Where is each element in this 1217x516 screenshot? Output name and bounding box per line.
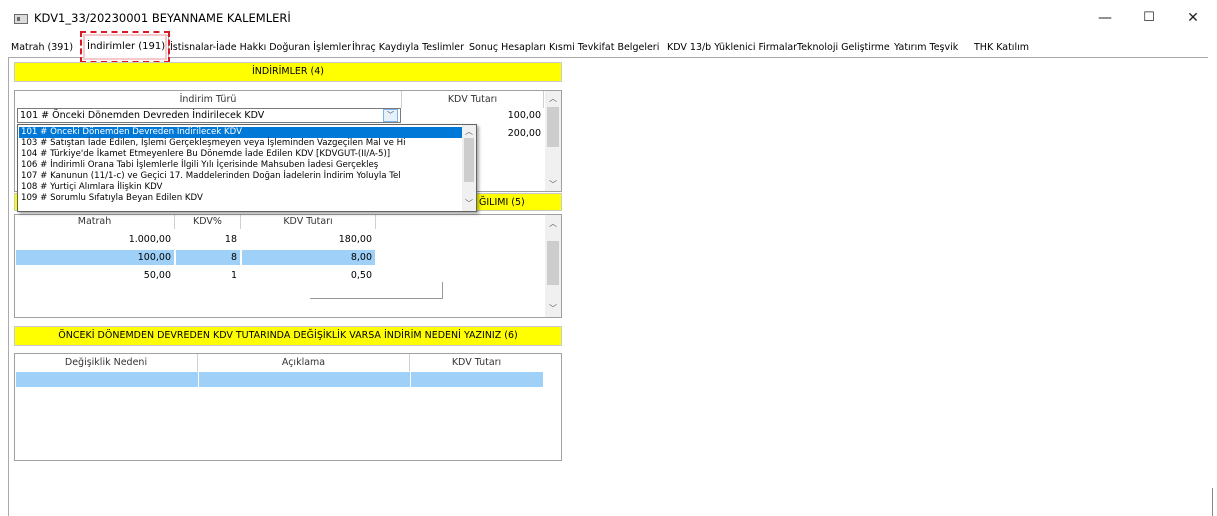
column-header-matrah[interactable]: Matrah	[15, 215, 175, 229]
tab-thk-katilim[interactable]: THK Katılım	[971, 39, 1032, 57]
column-header-aciklama[interactable]: Açıklama	[198, 354, 410, 371]
tab-highlight-marker	[80, 31, 170, 63]
kdv-amount-cell[interactable]: 180,00	[241, 233, 376, 247]
kdv-rate-cell[interactable]: 8	[175, 251, 241, 265]
tab-istisnalar[interactable]: İstisnalar-İade Hakkı Doğuran İşlemler	[167, 39, 354, 57]
dropdown-scrollbar[interactable]: ︿ ﹀	[462, 125, 476, 211]
scroll-down-arrow-icon[interactable]: ﹀	[546, 303, 560, 314]
combobox-dropdown-chevron-icon[interactable]: ﹀	[383, 109, 398, 122]
grid-edge-line	[310, 298, 442, 299]
matrah-cell[interactable]: 1.000,00	[15, 233, 175, 247]
grid-edge-line	[442, 282, 443, 299]
dropdown-option[interactable]: 107 # Kanunun (11/1-c) ve Geçici 17. Mad…	[21, 171, 401, 182]
matrah-cell[interactable]: 50,00	[15, 269, 175, 283]
scroll-up-arrow-icon[interactable]: ︿	[546, 218, 560, 229]
indirimler-scrollbar[interactable]: ︿ ﹀	[545, 91, 561, 191]
tab-page-left-border	[8, 58, 9, 516]
minimize-button[interactable]: —	[1085, 6, 1125, 30]
kdv-amount-cell[interactable]: 0,50	[241, 269, 376, 283]
tab-matrah[interactable]: Matrah (391)	[8, 39, 76, 57]
degisiklik-section-header: ÖNCEKİ DÖNEMDEN DEVREDEN KDV TUTARINDA D…	[14, 326, 562, 346]
column-header-kdv-orani[interactable]: KDV%	[175, 215, 241, 229]
matrah-cell[interactable]: 100,00	[15, 251, 175, 265]
dropdown-option[interactable]: 109 # Sorumlu Sıfatıyla Beyan Edilen KDV	[21, 193, 203, 204]
dropdown-option[interactable]: 108 # Yurtiçi Alımlara İlişkin KDV	[21, 182, 162, 193]
kdv-amount-cell[interactable]: 8,00	[241, 251, 376, 265]
kdv-dagilimi-grid: Matrah KDV% KDV Tutarı 1.000,00 18 180,0…	[14, 214, 562, 318]
column-header-kdv-tutari[interactable]: KDV Tutarı	[410, 354, 543, 371]
kdv-rate-cell[interactable]: 18	[175, 233, 241, 247]
scroll-down-arrow-icon[interactable]: ﹀	[462, 198, 476, 209]
dropdown-option[interactable]: 106 # İndirimli Orana Tabi İşlemlerle İl…	[21, 160, 378, 171]
close-button[interactable]: ✕	[1173, 6, 1213, 30]
dropdown-option[interactable]: 104 # Türkiye'de İkamet Etmeyenlere Bu D…	[21, 149, 390, 160]
scroll-up-arrow-icon[interactable]: ︿	[546, 93, 560, 104]
window-edge	[1212, 488, 1213, 516]
column-header-degisiklik-nedeni[interactable]: Değişiklik Nedeni	[15, 354, 198, 371]
indirimler-section-header: İNDİRİMLER (4)	[14, 62, 562, 82]
degisiklik-description-cell[interactable]	[199, 372, 410, 387]
kdv-rate-cell[interactable]: 1	[175, 269, 241, 283]
column-header-kdv-tutari[interactable]: KDV Tutarı	[402, 91, 544, 108]
tab-ihrac-kaydiyla[interactable]: İhraç Kaydıyla Teslimler	[349, 39, 467, 57]
indirim-amount-cell[interactable]: 100,00	[405, 109, 541, 123]
degisiklik-grid: Değişiklik Nedeni Açıklama KDV Tutarı	[14, 353, 562, 461]
degisiklik-amount-cell[interactable]	[411, 372, 543, 387]
tab-kismi-tevkifat[interactable]: Kısmi Tevkifat Belgeleri	[546, 39, 662, 57]
app-icon	[14, 14, 28, 24]
window-title: KDV1_33/20230001 BEYANNAME KALEMLERİ	[34, 11, 291, 25]
indirim-turu-dropdown-list[interactable]: 101 # Önceki Dönemden Devreden İndirilec…	[17, 124, 477, 212]
tab-kdv-13b[interactable]: KDV 13/b Yüklenici Firmalar	[664, 39, 800, 57]
scroll-thumb[interactable]	[547, 241, 559, 285]
scroll-thumb[interactable]	[547, 107, 559, 147]
tab-yatirim-tesvik[interactable]: Yatırım Teşvik	[891, 39, 961, 57]
column-header-indirim-turu[interactable]: İndirim Türü	[15, 91, 402, 108]
dropdown-option[interactable]: 103 # Satıştan İade Edilen, İşlemi Gerçe…	[21, 138, 406, 149]
combobox-selected-value: 101 # Önceki Dönemden Devreden İndirilec…	[20, 110, 265, 121]
scroll-up-arrow-icon[interactable]: ︿	[462, 126, 476, 137]
tab-teknoloji[interactable]: Teknoloji Geliştirme	[794, 39, 893, 57]
scroll-thumb[interactable]	[464, 138, 474, 182]
column-header-kdv-tutari[interactable]: KDV Tutarı	[241, 215, 376, 229]
maximize-button[interactable]: ☐	[1129, 6, 1169, 30]
tab-sonuc-hesaplari[interactable]: Sonuç Hesapları	[466, 39, 549, 57]
indirim-turu-combobox[interactable]: 101 # Önceki Dönemden Devreden İndirilec…	[17, 108, 401, 123]
degisiklik-reason-cell[interactable]	[16, 372, 198, 387]
dagilim-scrollbar[interactable]: ︿ ﹀	[545, 215, 561, 317]
dropdown-option[interactable]: 101 # Önceki Dönemden Devreden İndirilec…	[19, 127, 463, 138]
scroll-down-arrow-icon[interactable]: ﹀	[546, 179, 560, 190]
